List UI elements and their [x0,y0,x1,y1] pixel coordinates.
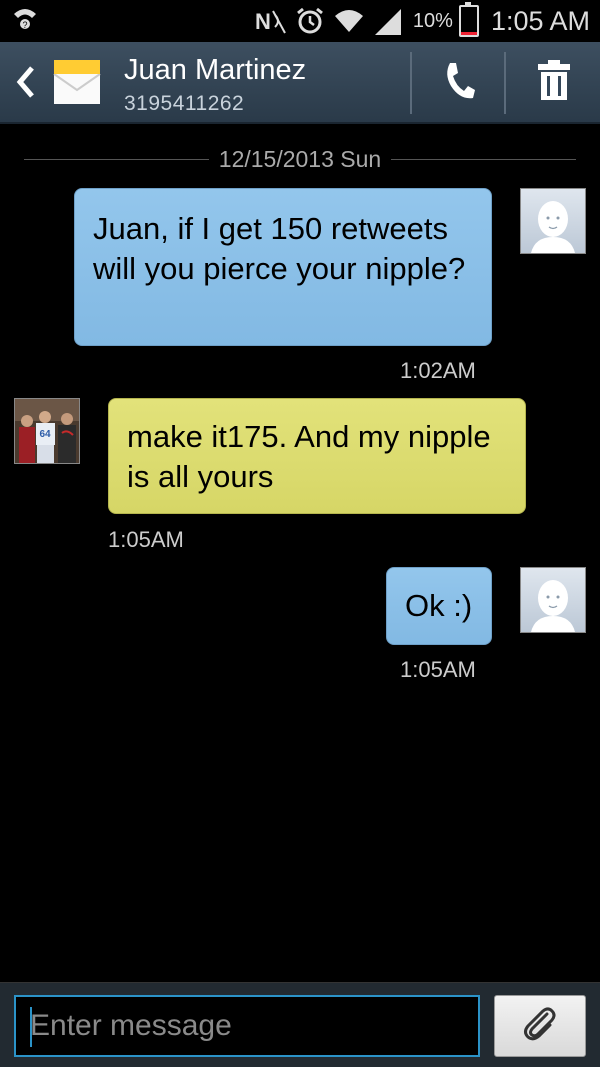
attach-button[interactable] [494,995,586,1057]
message-time: 1:02AM [400,358,476,383]
battery-percent: 10% [412,9,453,32]
date-separator: 12/15/2013 Sun [24,146,576,174]
default-person-icon [531,201,575,253]
contact-number: 3195411262 [124,92,245,115]
back-button[interactable] [14,64,38,100]
contact-name: Juan Martinez [124,54,307,86]
message-bubble[interactable]: Juan, if I get 150 retweets will you pie… [74,188,492,346]
alarm-icon [295,6,325,36]
message-time: 1:05AM [400,657,476,682]
message-text: Ok :) [405,588,473,623]
message-time: 1:05AM [108,527,184,552]
contact-photo: 64 [15,399,79,463]
message-text: make it175. And my nipple is all yours [127,419,491,494]
conversation-header: Juan Martinez 3195411262 [0,42,600,124]
wifi-icon [333,8,365,34]
message-bubble[interactable]: Ok :) [386,567,492,645]
delete-button[interactable] [508,42,600,122]
signal-icon [373,7,403,35]
nfc-icon: N [253,7,287,35]
message-bubble[interactable]: make it175. And my nipple is all yours [108,398,526,514]
svg-text:?: ? [22,20,27,30]
trash-icon [537,59,571,105]
paperclip-icon [520,1004,560,1049]
battery-icon [458,2,479,37]
clock: 1:05 AM [490,5,590,36]
header-divider [504,52,506,114]
date-label: 12/15/2013 Sun [208,146,392,172]
header-divider [410,52,412,114]
composer-bar [0,982,600,1067]
contact-avatar[interactable]: 64 [14,398,80,464]
phone-icon [442,60,476,105]
svg-text:N: N [255,9,271,34]
my-avatar[interactable] [520,188,586,254]
text-cursor [30,1007,32,1047]
message-input[interactable] [16,997,478,1055]
default-person-icon [531,580,575,632]
call-button[interactable] [414,42,504,122]
status-bar: ? N 10% 1:05 AM [0,0,600,42]
my-avatar[interactable] [520,567,586,633]
messages-app-icon[interactable] [52,56,102,108]
message-text: Juan, if I get 150 retweets will you pie… [93,211,466,286]
svg-text:64: 64 [39,429,51,440]
usb-debug-icon: ? [10,6,40,37]
message-input-wrapper[interactable] [14,995,480,1057]
